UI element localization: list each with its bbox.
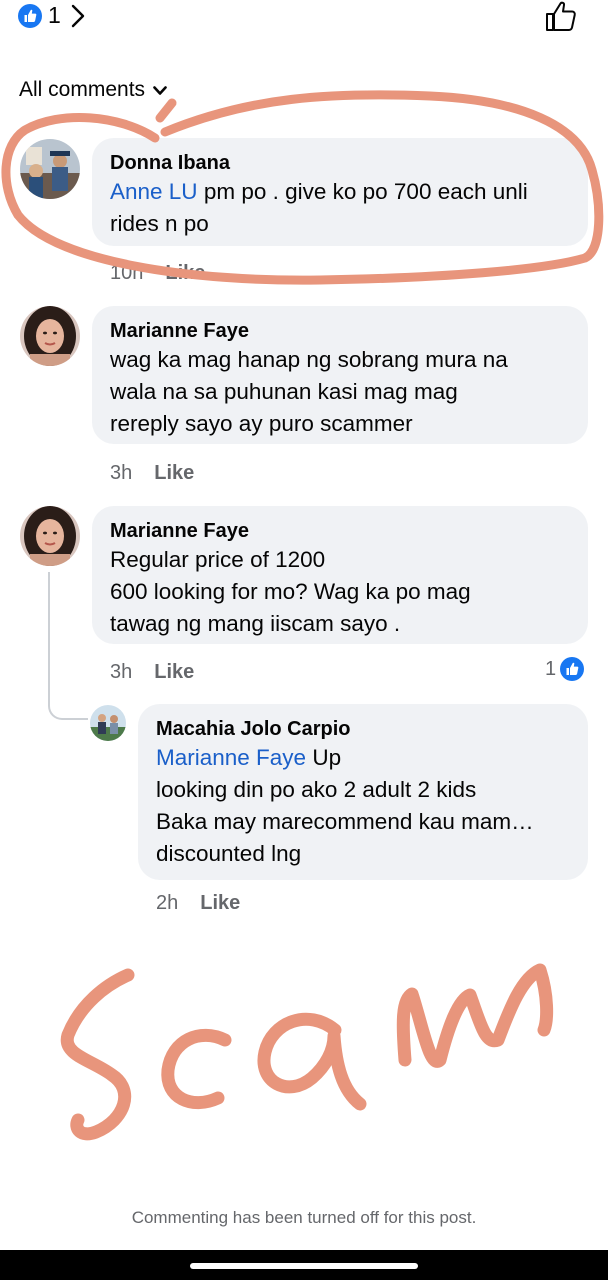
home-indicator[interactable]	[190, 1263, 418, 1269]
reply-timestamp[interactable]: 2h	[156, 892, 178, 915]
like-button[interactable]: Like	[154, 661, 194, 684]
comment-reaction-count[interactable]: 1	[545, 657, 585, 681]
mention-link[interactable]: Anne LU	[110, 179, 198, 204]
avatar[interactable]	[20, 506, 80, 566]
like-button[interactable]: Like	[154, 462, 194, 485]
comment-text-line: rereply sayo ay puro scammer	[110, 411, 413, 436]
comment-text-line: 600 looking for mo? Wag ka po mag	[110, 579, 471, 604]
chevron-right-icon[interactable]	[64, 2, 90, 30]
reply-bubble: Macahia Jolo Carpio Marianne Faye Up loo…	[138, 704, 588, 880]
post-reactions-bar: 1	[0, 0, 608, 40]
like-button[interactable]: Like	[200, 892, 240, 915]
comment-timestamp[interactable]: 3h	[110, 661, 132, 684]
reply-text-line: looking din po ako 2 adult 2 kids	[156, 777, 477, 802]
comment-text-line: tawag ng mang iiscam sayo .	[110, 611, 401, 636]
comment-text-line: wag ka mag hanap ng sobrang mura na	[110, 347, 508, 372]
comments-filter-dropdown[interactable]: All comments	[19, 78, 167, 102]
avatar[interactable]	[90, 705, 126, 741]
comment-timestamp[interactable]: 10h	[110, 262, 143, 285]
scam-text	[60, 963, 554, 1141]
comment-meta: 3h Like	[110, 661, 194, 684]
reply-text-line: Baka may marecommend kau mam…	[156, 809, 534, 834]
like-reaction-icon[interactable]	[18, 4, 42, 28]
commenting-disabled-notice: Commenting has been turned off for this …	[131, 1208, 477, 1227]
mention-link[interactable]: Marianne Faye	[156, 745, 306, 770]
reaction-count[interactable]: 1	[48, 2, 61, 29]
comment-bubble: Marianne Faye wag ka mag hanap ng sobran…	[92, 306, 588, 444]
comment-text: Anne LU pm po . give ko po 700 each unli…	[110, 176, 570, 240]
comments-filter-label: All comments	[19, 78, 146, 101]
thread-connector	[48, 572, 88, 720]
chevron-down-icon	[153, 86, 167, 95]
like-outline-icon[interactable]	[544, 0, 578, 34]
like-button[interactable]: Like	[165, 262, 205, 285]
avatar[interactable]	[20, 306, 80, 366]
reply-meta: 2h Like	[156, 892, 240, 915]
avatar[interactable]	[20, 139, 80, 199]
reply-text-body: Up	[306, 745, 342, 770]
reply-text-line: discounted lng	[156, 841, 302, 866]
comment-reaction-number: 1	[545, 657, 557, 680]
comment-author[interactable]: Marianne Faye	[110, 518, 570, 544]
comment-meta: 10h Like	[110, 262, 205, 285]
reply-author[interactable]: Macahia Jolo Carpio	[156, 716, 570, 742]
like-reaction-icon	[560, 657, 585, 681]
comment-text-line: wala na sa puhunan kasi mag mag	[110, 379, 458, 404]
comment-author[interactable]: Marianne Faye	[110, 318, 570, 344]
comment-bubble: Marianne Faye Regular price of 1200 600 …	[92, 506, 588, 644]
comment-text-line: Regular price of 1200	[110, 547, 326, 572]
comment-meta: 3h Like	[110, 462, 194, 485]
comment-author[interactable]: Donna Ibana	[110, 150, 570, 176]
comment-timestamp[interactable]: 3h	[110, 462, 132, 485]
comment-bubble: Donna Ibana Anne LU pm po . give ko po 7…	[92, 138, 588, 246]
reply-first-line: Marianne Faye Up	[156, 742, 570, 774]
